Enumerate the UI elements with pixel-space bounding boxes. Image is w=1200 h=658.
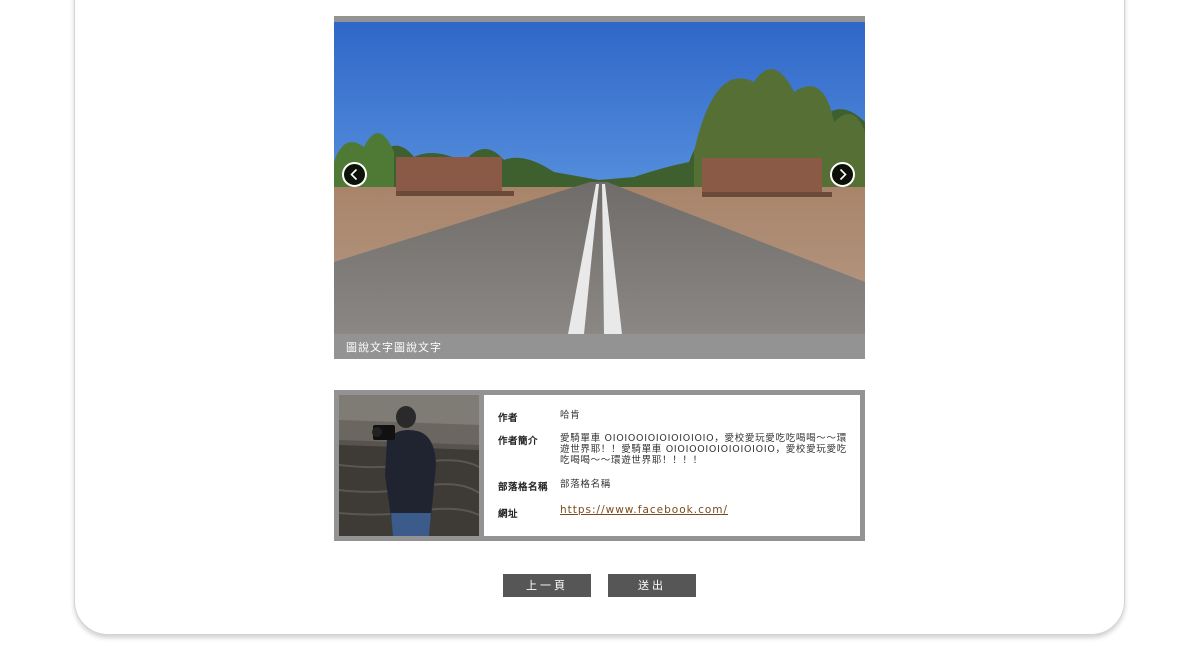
chevron-left-icon [350, 168, 358, 181]
blog-name-label: 部落格名稱 [498, 482, 549, 493]
author-name-label: 作者 [498, 413, 519, 424]
author-info-panel: 作者 哈肯 作者簡介 愛騎單車 OIOIOOIOIOIOIOIOIO，愛校愛玩愛… [484, 395, 860, 536]
image-slider: 圖說文字圖說文字 [334, 16, 865, 359]
url-label: 網址 [498, 509, 519, 520]
author-photo [339, 395, 479, 536]
chevron-right-icon [839, 168, 847, 181]
author-card: 作者 哈肯 作者簡介 愛騎單車 OIOIOOIOIOIOIOIOIO，愛校愛玩愛… [334, 390, 865, 541]
author-bio-label: 作者簡介 [498, 436, 539, 447]
slider-next-button[interactable] [830, 162, 855, 187]
previous-page-button[interactable]: 上一頁 [503, 574, 591, 597]
slider-prev-button[interactable] [342, 162, 367, 187]
author-name: 哈肯 [560, 410, 581, 421]
slide-caption: 圖說文字圖說文字 [346, 341, 442, 354]
author-bio: 愛騎單車 OIOIOOIOIOIOIOIOIO，愛校愛玩愛吃吃喝喝～～環遊世界耶… [560, 433, 847, 466]
blog-name: 部落格名稱 [560, 479, 612, 490]
author-url-link[interactable]: https://www.facebook.com/ [560, 504, 728, 516]
slide-photo [334, 22, 865, 334]
submit-button[interactable]: 送出 [608, 574, 696, 597]
